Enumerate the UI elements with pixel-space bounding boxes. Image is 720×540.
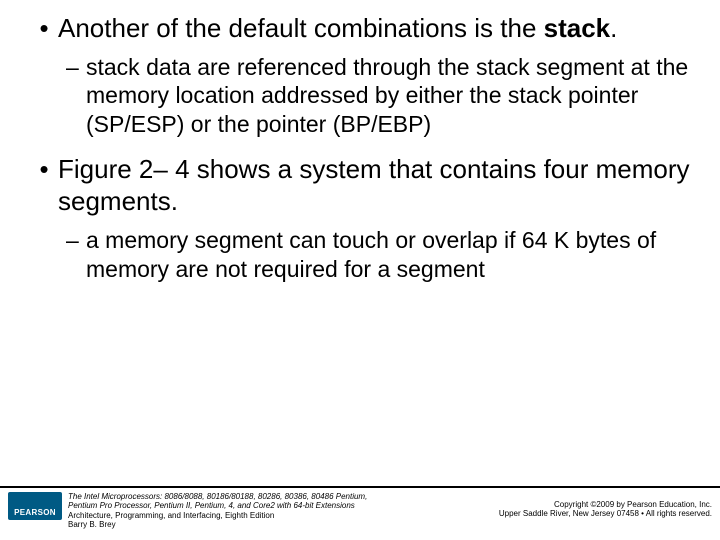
bullet-1: • Another of the default combinations is…	[30, 12, 690, 45]
book-author: Barry B. Brey	[68, 520, 367, 530]
pearson-logo: PEARSON	[8, 492, 62, 520]
bullet-dot: •	[30, 153, 58, 218]
bullet-1-sub: – stack data are referenced through the …	[66, 53, 690, 139]
copyright-line-1: Copyright ©2009 by Pearson Education, In…	[499, 500, 712, 510]
bullet-dot: •	[30, 12, 58, 45]
bullet-dash: –	[66, 226, 86, 284]
bullet-dash: –	[66, 53, 86, 139]
copyright: Copyright ©2009 by Pearson Education, In…	[499, 492, 712, 519]
book-title-2: Pentium Pro Processor, Pentium II, Penti…	[68, 501, 367, 511]
book-info: The Intel Microprocessors: 8086/8088, 80…	[68, 492, 367, 530]
bullet-1-pre: Another of the default combinations is t…	[58, 13, 544, 43]
bullet-2: • Figure 2– 4 shows a system that contai…	[30, 153, 690, 218]
book-title-1: The Intel Microprocessors: 8086/8088, 80…	[68, 492, 367, 502]
copyright-line-2: Upper Saddle River, New Jersey 07458 • A…	[499, 509, 712, 519]
bullet-2-sub: – a memory segment can touch or overlap …	[66, 226, 690, 284]
footer: PEARSON The Intel Microprocessors: 8086/…	[0, 486, 720, 530]
bullet-1-text: Another of the default combinations is t…	[58, 12, 617, 45]
bullet-1-post: .	[610, 13, 617, 43]
bullet-2-sub-text: a memory segment can touch or overlap if…	[86, 226, 690, 284]
bullet-2-text: Figure 2– 4 shows a system that contains…	[58, 153, 690, 218]
bullet-1-sub-text: stack data are referenced through the st…	[86, 53, 690, 139]
book-subtitle: Architecture, Programming, and Interfaci…	[68, 511, 367, 521]
bullet-1-bold: stack	[544, 13, 611, 43]
slide-content: • Another of the default combinations is…	[0, 0, 720, 283]
footer-left: PEARSON The Intel Microprocessors: 8086/…	[8, 492, 367, 530]
